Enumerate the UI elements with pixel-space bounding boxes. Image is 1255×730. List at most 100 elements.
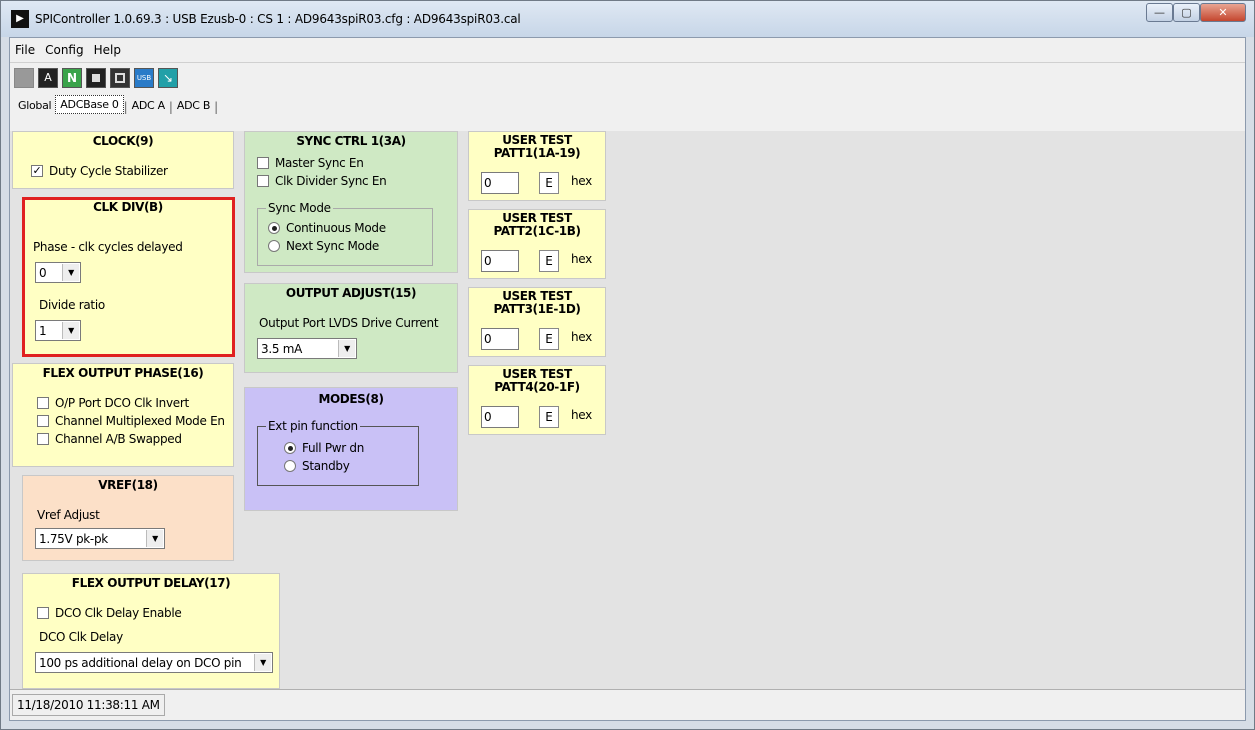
full-pwr-dn-radio[interactable]: Full Pwr dn [284, 441, 364, 455]
next-sync-label: Next Sync Mode [286, 239, 380, 253]
app-icon: ▶ [11, 10, 29, 28]
modes-title: MODES(8) [318, 392, 384, 406]
n-icon[interactable]: N [62, 67, 82, 88]
checkbox-icon [257, 157, 269, 169]
continuous-mode-label: Continuous Mode [286, 221, 386, 235]
lock-icon[interactable]: A [38, 67, 58, 88]
tab-content: CLOCK(9) ✓ Duty Cycle Stabilizer CLK DIV… [10, 131, 1245, 689]
vref-select[interactable]: 1.75V pk-pk ▼ [35, 528, 165, 549]
checkbox-icon [37, 415, 49, 427]
app-window: ▶ SPIController 1.0.69.3 : USB Ezusb-0 :… [0, 0, 1255, 730]
sync-mode-legend: Sync Mode [266, 201, 333, 215]
radio-icon [268, 240, 280, 252]
checkbox-checked-icon: ✓ [31, 164, 43, 177]
mux-mode-label: Channel Multiplexed Mode En [55, 414, 225, 428]
clkdiv-sync-checkbox[interactable]: Clk Divider Sync En [257, 174, 387, 188]
patt2-hex-label: hex [571, 252, 592, 266]
lvds-drive-select[interactable]: 3.5 mA ▼ [257, 338, 357, 359]
menu-bar: File Config Help [10, 38, 1245, 62]
dcs-label: Duty Cycle Stabilizer [49, 164, 168, 178]
modes-panel: MODES(8) Ext pin function Full Pwr dn St… [244, 387, 458, 511]
checkbox-icon [37, 433, 49, 445]
patt3-edit-button[interactable]: E [539, 328, 559, 350]
dco-invert-checkbox[interactable]: O/P Port DCO Clk Invert [37, 396, 189, 410]
dco-delay-value: 100 ps additional delay on DCO pin [39, 655, 242, 670]
title-bar: ▶ SPIController 1.0.69.3 : USB Ezusb-0 :… [1, 1, 1254, 37]
sync-panel: SYNC CTRL 1(3A) Master Sync En Clk Divid… [244, 131, 458, 273]
flexphase-title: FLEX OUTPUT PHASE(16) [42, 366, 204, 380]
tab-adc-b[interactable]: ADC B [173, 97, 214, 114]
usb-icon[interactable]: USB [134, 67, 154, 88]
standby-radio[interactable]: Standby [284, 459, 350, 473]
sync-mode-group: Sync Mode Continuous Mode Next Sync Mode [257, 201, 433, 266]
maximize-button[interactable]: ▢ [1173, 3, 1200, 22]
selection-highlight [22, 197, 235, 357]
window-title: SPIController 1.0.69.3 : USB Ezusb-0 : C… [35, 12, 521, 26]
patt4-input[interactable]: 0 [481, 406, 519, 428]
menu-help[interactable]: Help [89, 43, 126, 57]
outadj-title: OUTPUT ADJUST(15) [285, 286, 417, 300]
chevron-down-icon: ▼ [146, 530, 163, 547]
ab-swap-checkbox[interactable]: Channel A/B Swapped [37, 432, 182, 446]
vref-value: 1.75V pk-pk [39, 531, 108, 546]
patt4-panel: USER TEST PATT4(20-1F) 0 E hex [468, 365, 606, 435]
checkbox-icon [257, 175, 269, 187]
menu-file[interactable]: File [10, 43, 40, 57]
continuous-mode-radio[interactable]: Continuous Mode [268, 221, 386, 235]
dco-delay-select[interactable]: 100 ps additional delay on DCO pin ▼ [35, 652, 273, 673]
patt4-title2: PATT4(20-1F) [494, 380, 580, 394]
patt2-panel: USER TEST PATT2(1C-1B) 0 E hex [468, 209, 606, 279]
tab-adc-a[interactable]: ADC A [128, 97, 169, 114]
lvds-drive-value: 3.5 mA [261, 341, 302, 356]
patt1-edit-button[interactable]: E [539, 172, 559, 194]
chevron-down-icon: ▼ [254, 654, 271, 671]
patt2-title2: PATT2(1C-1B) [493, 224, 581, 238]
close-button[interactable]: ✕ [1200, 3, 1246, 22]
vref-label: Vref Adjust [37, 508, 100, 522]
patt3-input[interactable]: 0 [481, 328, 519, 350]
flexdelay-title: FLEX OUTPUT DELAY(17) [71, 576, 231, 590]
clkdiv-sync-label: Clk Divider Sync En [275, 174, 387, 188]
outadj-panel: OUTPUT ADJUST(15) Output Port LVDS Drive… [244, 283, 458, 373]
checkbox-icon [37, 607, 49, 619]
dco-delay-label: DCO Clk Delay [39, 630, 123, 644]
ext-pin-group: Ext pin function Full Pwr dn Standby [257, 419, 419, 486]
patt1-title2: PATT1(1A-19) [493, 146, 581, 160]
flexdelay-panel: FLEX OUTPUT DELAY(17) DCO Clk Delay Enab… [22, 573, 280, 689]
next-sync-radio[interactable]: Next Sync Mode [268, 239, 379, 253]
minimize-button[interactable]: — [1146, 3, 1173, 22]
patt4-edit-button[interactable]: E [539, 406, 559, 428]
client-area: File Config Help A N USB ↘ Global ADCBas… [9, 37, 1246, 721]
clock-panel: CLOCK(9) ✓ Duty Cycle Stabilizer [12, 131, 234, 189]
chip-icon[interactable] [86, 67, 106, 88]
tab-strip: Global ADCBase 0 | ADC A | ADC B | [10, 92, 1245, 114]
flexphase-panel: FLEX OUTPUT PHASE(16) O/P Port DCO Clk I… [12, 363, 234, 467]
tab-adcbase0[interactable]: ADCBase 0 [55, 95, 124, 114]
mux-mode-checkbox[interactable]: Channel Multiplexed Mode En [37, 414, 225, 428]
dco-invert-label: O/P Port DCO Clk Invert [55, 396, 189, 410]
master-sync-checkbox[interactable]: Master Sync En [257, 156, 364, 170]
patt3-title2: PATT3(1E-1D) [493, 302, 581, 316]
waveform-icon[interactable]: ↘ [158, 67, 178, 88]
full-pwr-dn-label: Full Pwr dn [302, 441, 365, 455]
menu-config[interactable]: Config [40, 43, 89, 57]
lvds-drive-label: Output Port LVDS Drive Current [259, 316, 439, 330]
ext-pin-legend: Ext pin function [266, 419, 360, 433]
patt1-input[interactable]: 0 [481, 172, 519, 194]
dco-delay-enable-checkbox[interactable]: DCO Clk Delay Enable [37, 606, 182, 620]
patt3-hex-label: hex [571, 330, 592, 344]
radio-selected-icon [268, 222, 280, 234]
sync-title: SYNC CTRL 1(3A) [296, 134, 406, 148]
patt1-hex-label: hex [571, 174, 592, 188]
toolbar: A N USB ↘ [10, 62, 1245, 92]
vref-panel: VREF(18) Vref Adjust 1.75V pk-pk ▼ [22, 475, 234, 561]
patt2-input[interactable]: 0 [481, 250, 519, 272]
blank-icon[interactable] [14, 67, 34, 88]
dcs-checkbox[interactable]: ✓ Duty Cycle Stabilizer [31, 164, 168, 178]
patt4-hex-label: hex [571, 408, 592, 422]
status-bar: 11/18/2010 11:38:11 AM [10, 689, 1245, 720]
patt2-edit-button[interactable]: E [539, 250, 559, 272]
tab-global[interactable]: Global [14, 97, 55, 114]
register-icon[interactable] [110, 67, 130, 88]
checkbox-icon [37, 397, 49, 409]
